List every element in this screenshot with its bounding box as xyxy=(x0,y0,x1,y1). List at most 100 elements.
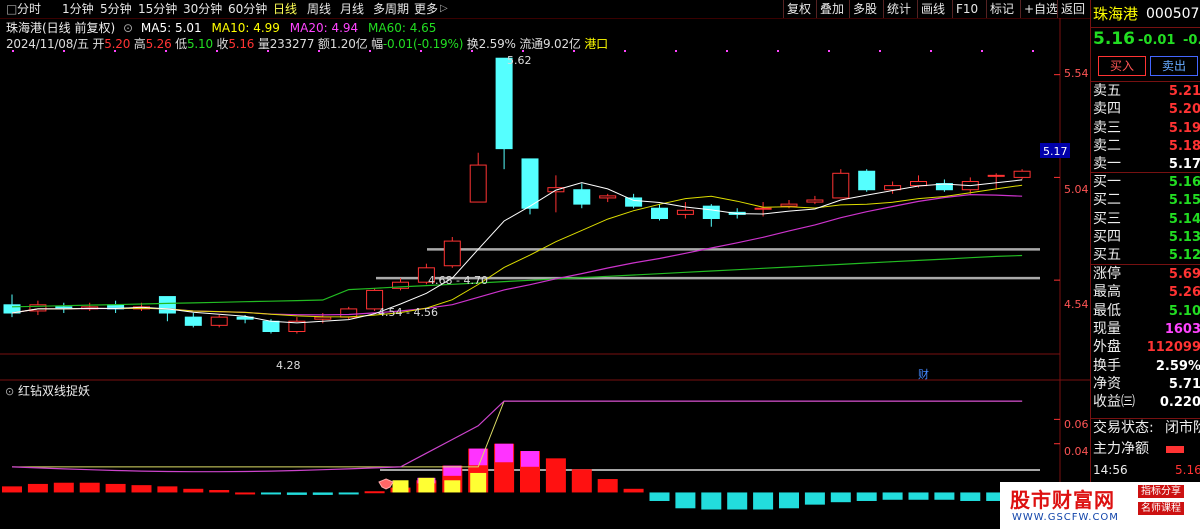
candle xyxy=(573,183,591,209)
marker-dot xyxy=(879,50,881,52)
stat-value-5: 112099 xyxy=(1146,340,1200,356)
tab-5min[interactable]: 5分钟 xyxy=(100,1,132,17)
stat-value-8: 0.220 xyxy=(1159,395,1200,411)
stat-label-1: 涨停 xyxy=(1093,266,1121,282)
candle xyxy=(676,202,694,219)
tab-monthly[interactable]: 月线 xyxy=(340,1,364,17)
indicator-bar xyxy=(804,492,825,505)
candle xyxy=(3,294,21,318)
candle-body xyxy=(1013,170,1031,178)
add-watchlist-button[interactable]: +自选 xyxy=(1020,0,1061,18)
tab-multi-period[interactable]: 多周期 xyxy=(373,1,409,17)
tab-weekly[interactable]: 周线 xyxy=(307,1,331,17)
bid-value-3: 5.14 xyxy=(1168,211,1200,227)
candle-body xyxy=(599,195,617,199)
indicator-bar xyxy=(597,479,618,493)
candle xyxy=(29,300,47,316)
candle-body xyxy=(625,197,643,207)
candle xyxy=(702,204,720,227)
adjust-button[interactable]: 复权 xyxy=(783,0,814,18)
indicator-bar xyxy=(79,482,100,493)
tab-30min[interactable]: 30分钟 xyxy=(183,1,222,17)
indicator-bar xyxy=(312,492,333,495)
stock-name: 珠海港 xyxy=(1093,5,1139,23)
stat-value-3: 5.10 xyxy=(1168,303,1200,319)
tab-60min[interactable]: 60分钟 xyxy=(228,1,267,17)
price-tick-mid: 5.04 xyxy=(1064,183,1089,196)
marker-dot xyxy=(471,50,473,52)
indicator-bar xyxy=(675,492,696,509)
indicator-bar xyxy=(856,492,877,501)
candle xyxy=(832,169,850,199)
marker-dot xyxy=(726,50,728,52)
tab-1min[interactable]: 1分钟 xyxy=(62,1,94,17)
multi-stock-button[interactable]: 多股 xyxy=(849,0,880,18)
marker-dot xyxy=(981,50,983,52)
candle-body xyxy=(806,199,824,203)
tab-15min[interactable]: 15分钟 xyxy=(138,1,177,17)
marker-dot xyxy=(1032,50,1034,52)
marker-dot xyxy=(573,50,575,52)
ask-label-2: 卖四 xyxy=(1093,101,1121,118)
stat-value-1: 5.69 xyxy=(1168,267,1200,282)
price-tick-high: 5.54 xyxy=(1064,67,1089,80)
ask-value-2: 5.20 xyxy=(1168,102,1200,118)
candle xyxy=(858,169,876,192)
more-arrow-icon[interactable]: ▷ xyxy=(440,1,448,17)
tick-price: 5.16 xyxy=(1175,463,1200,477)
price-tick-low: 4.54 xyxy=(1064,298,1089,311)
back-button[interactable]: 返回 xyxy=(1057,0,1088,18)
finance-marker: 财 xyxy=(918,367,929,381)
low-annotation: 4.28 xyxy=(276,359,301,372)
kline-chart[interactable]: 5.54 5.04 4.54 5.17 5.62 4.68 - 4.70 4.5… xyxy=(0,18,1090,529)
draw-line-button[interactable]: 画线 xyxy=(917,0,948,18)
indicator-bar xyxy=(183,488,204,493)
marker-dot xyxy=(165,50,167,52)
buy-button[interactable]: 买入 xyxy=(1098,56,1146,76)
marker-dot xyxy=(828,50,830,52)
marker-dot xyxy=(420,50,422,52)
candle xyxy=(495,57,513,170)
ask-value-1: 5.21 xyxy=(1168,84,1200,99)
ask-label-1: 卖五 xyxy=(1093,83,1121,99)
sell-button[interactable]: 卖出 xyxy=(1150,56,1198,76)
candle-body xyxy=(210,316,228,326)
candle xyxy=(1013,169,1031,180)
indicator-bar xyxy=(27,483,48,493)
tab-intraday[interactable]: 分时 xyxy=(17,1,41,17)
candle-body xyxy=(573,189,591,205)
statistics-button[interactable]: 统计 xyxy=(883,0,914,18)
indicator-bar xyxy=(649,492,670,501)
candle-body xyxy=(858,170,876,191)
time-icon: □ xyxy=(6,2,18,16)
indicator-icon[interactable]: ⊙ xyxy=(5,385,14,398)
bid-value-1: 5.16 xyxy=(1168,175,1200,190)
tab-daily[interactable]: 日线 xyxy=(273,1,297,17)
candle-body xyxy=(754,207,772,210)
candle xyxy=(288,317,306,334)
candle xyxy=(55,302,73,314)
indicator-bar xyxy=(727,492,748,510)
candle xyxy=(392,278,409,291)
indicator-bar xyxy=(830,492,851,503)
marker-dot xyxy=(267,50,269,52)
candle xyxy=(81,302,99,311)
candle xyxy=(443,236,461,268)
candle xyxy=(806,195,824,205)
bid-label-2: 买二 xyxy=(1093,192,1121,209)
tab-more[interactable]: 更多 xyxy=(414,1,438,17)
candle-body xyxy=(910,181,927,187)
stat-label-3: 最低 xyxy=(1093,302,1121,319)
watermark-url: WWW.GSCFW.COM xyxy=(1012,512,1119,523)
marker-dot xyxy=(318,50,320,52)
overlay-button[interactable]: 叠加 xyxy=(816,0,847,18)
price-pct: -0.1% xyxy=(1183,33,1200,48)
indicator-bar xyxy=(2,486,22,493)
marker-dot xyxy=(522,50,524,52)
candle xyxy=(935,179,953,192)
marker-dot xyxy=(777,50,779,52)
candle-body xyxy=(314,316,332,320)
mark-button[interactable]: 标记 xyxy=(986,0,1017,18)
f10-button[interactable]: F10 xyxy=(952,0,981,18)
candle-body xyxy=(521,158,539,209)
